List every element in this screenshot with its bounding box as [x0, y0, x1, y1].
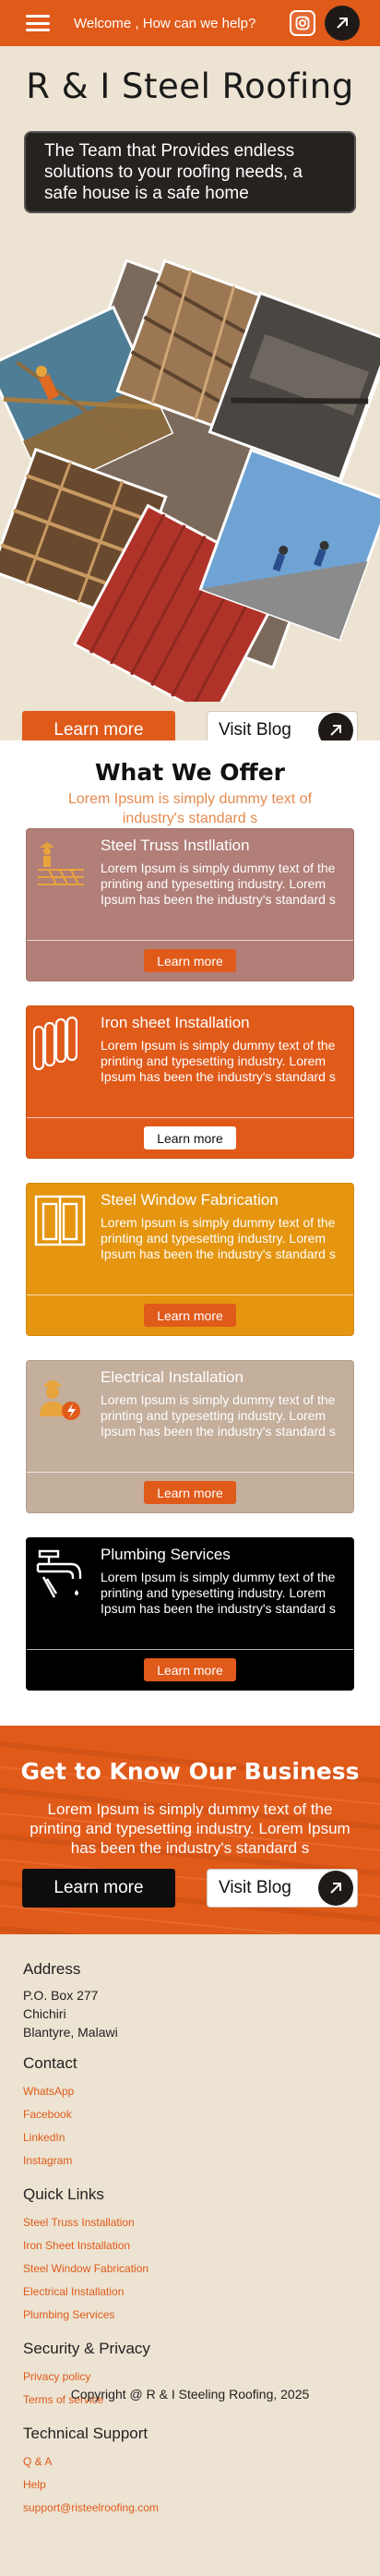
page-title: R & I Steel Roofing — [26, 66, 354, 106]
iron-sheet-icon — [32, 1016, 78, 1071]
business-learn-more-button[interactable]: Learn more — [22, 1869, 175, 1908]
copyright-text: Copyright @ R & I Steeling Roofing, 2025 — [70, 2387, 310, 2401]
visit-blog-label: Visit Blog — [219, 720, 291, 740]
facebook-link[interactable]: Facebook — [23, 2103, 357, 2126]
support-email-link[interactable]: support@risteelroofing.com — [23, 2497, 357, 2520]
address-line: Chichiri — [23, 2006, 66, 2021]
learn-more-button[interactable]: Learn more — [144, 1658, 236, 1681]
service-card-steel-truss: Steel Truss Instllation Lorem Ipsum is s… — [26, 828, 354, 981]
divider — [27, 1117, 353, 1118]
privacy-policy-link[interactable]: Privacy policy — [23, 2365, 357, 2389]
service-card-plumbing: Plumbing Services Lorem Ipsum is simply … — [26, 1537, 354, 1691]
learn-more-button[interactable]: Learn more — [144, 1126, 236, 1150]
quick-link[interactable]: Plumbing Services — [23, 2304, 357, 2327]
footer-quick-links: Quick Links Steel Truss Installation Iro… — [23, 2185, 357, 2327]
business-heading: Get to Know Our Business — [20, 1758, 360, 1785]
quick-link[interactable]: Electrical Installation — [23, 2281, 357, 2304]
footer-heading: Address — [23, 1960, 81, 1978]
quick-link[interactable]: Iron Sheet Installation — [23, 2234, 357, 2257]
window-icon — [34, 1195, 86, 1246]
service-title: Plumbing Services — [101, 1546, 231, 1563]
divider — [27, 1649, 353, 1650]
hero-tagline: The Team that Provides endless solutions… — [24, 131, 356, 213]
arrow-up-right-icon — [318, 1871, 353, 1906]
address-line: P.O. Box 277 — [23, 1988, 99, 2003]
service-description: Lorem Ipsum is simply dummy text of the … — [101, 1038, 336, 1084]
faucet-icon — [36, 1549, 82, 1598]
address-line: Blantyre, Malawi — [23, 2025, 118, 2040]
business-section: Get to Know Our Business Lorem Ipsum is … — [0, 1726, 380, 1934]
divider — [27, 1294, 353, 1295]
quick-link[interactable]: Steel Truss Installation — [23, 2211, 357, 2234]
arrow-up-right-icon[interactable] — [325, 6, 360, 41]
footer-heading: Technical Support — [23, 2425, 148, 2442]
instagram-link[interactable]: Instagram — [23, 2149, 357, 2173]
whatsapp-link[interactable]: WhatsApp — [23, 2080, 357, 2103]
hero-section: R & I Steel Roofing The Team that Provid… — [0, 46, 380, 740]
qa-link[interactable]: Q & A — [23, 2450, 357, 2474]
footer-support: Technical Support Q & A Help support@ris… — [23, 2425, 357, 2520]
instagram-icon[interactable] — [290, 10, 315, 36]
service-description: Lorem Ipsum is simply dummy text of the … — [101, 1215, 336, 1261]
service-title: Electrical Installation — [101, 1368, 243, 1386]
roofing-photo-collage — [0, 259, 380, 702]
divider — [27, 940, 353, 941]
site-footer: Address P.O. Box 277 Chichiri Blantyre, … — [0, 1934, 380, 2514]
electrician-icon — [40, 1380, 80, 1420]
welcome-text: Welcome , How can we help? — [74, 15, 256, 31]
service-card-iron-sheet: Iron sheet Installation Lorem Ipsum is s… — [26, 1005, 354, 1159]
offers-heading: What We Offer — [94, 759, 286, 786]
service-card-electrical: Electrical Installation Lorem Ipsum is s… — [26, 1360, 354, 1513]
hero-actions: Learn more Visit Blog — [22, 711, 358, 740]
business-visit-blog-button[interactable]: Visit Blog — [207, 1869, 358, 1908]
service-description: Lorem Ipsum is simply dummy text of the … — [101, 861, 336, 907]
truss-icon — [38, 842, 84, 885]
business-actions: Learn more Visit Blog — [22, 1869, 358, 1908]
hero-visit-blog-button[interactable]: Visit Blog — [207, 711, 358, 740]
service-title: Steel Window Fabrication — [101, 1191, 279, 1209]
footer-contact: Contact WhatsApp Facebook LinkedIn Insta… — [23, 2054, 357, 2173]
footer-heading: Contact — [23, 2054, 77, 2072]
linkedin-link[interactable]: LinkedIn — [23, 2126, 357, 2149]
service-card-steel-window: Steel Window Fabrication Lorem Ipsum is … — [26, 1183, 354, 1336]
service-description: Lorem Ipsum is simply dummy text of the … — [101, 1570, 336, 1616]
learn-more-button[interactable]: Learn more — [144, 1481, 236, 1504]
quick-link[interactable]: Steel Window Fabrication — [23, 2257, 357, 2281]
business-description: Lorem Ipsum is simply dummy text of the … — [30, 1800, 350, 1857]
top-nav-bar: Welcome , How can we help? — [0, 0, 380, 46]
service-description: Lorem Ipsum is simply dummy text of the … — [101, 1392, 336, 1438]
service-title: Iron sheet Installation — [101, 1014, 250, 1031]
hamburger-menu-icon[interactable] — [26, 15, 50, 31]
footer-address: Address P.O. Box 277 Chichiri Blantyre, … — [23, 1960, 357, 2041]
hero-learn-more-button[interactable]: Learn more — [22, 711, 175, 740]
footer-heading: Security & Privacy — [23, 2340, 150, 2357]
footer-heading: Quick Links — [23, 2185, 104, 2203]
service-title: Steel Truss Instllation — [101, 837, 250, 854]
offers-subtitle: Lorem Ipsum is simply dummy text of indu… — [67, 791, 313, 826]
help-link[interactable]: Help — [23, 2474, 357, 2497]
learn-more-button[interactable]: Learn more — [144, 949, 236, 972]
learn-more-button[interactable]: Learn more — [144, 1304, 236, 1327]
divider — [27, 1472, 353, 1473]
visit-blog-label: Visit Blog — [219, 1878, 291, 1897]
arrow-up-right-icon — [318, 713, 353, 740]
offers-section: What We Offer Lorem Ipsum is simply dumm… — [0, 740, 380, 1726]
